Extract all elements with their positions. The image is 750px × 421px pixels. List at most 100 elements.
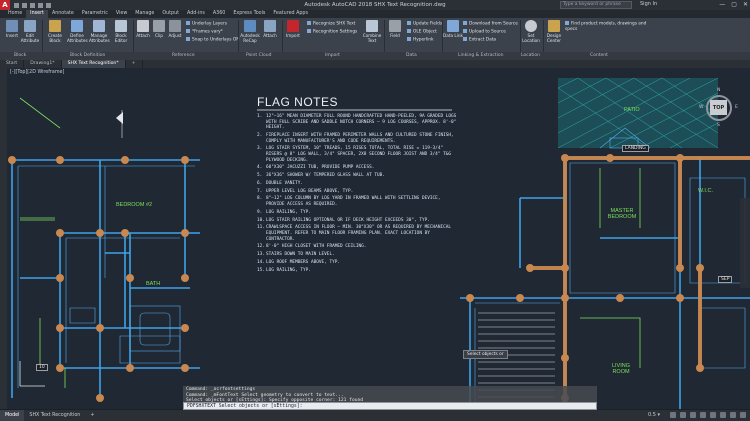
add-layout-button[interactable]: + [85,410,99,421]
edit-attribute-button[interactable]: Edit Attribute [20,20,40,43]
close-button[interactable]: ✕ [743,1,748,8]
tab-insert[interactable]: Insert [26,10,48,18]
create-block-button[interactable]: Create Block [45,20,65,43]
tab-featured-apps[interactable]: Featured Apps [269,10,312,18]
panel-label-reference[interactable]: Reference [172,53,195,58]
download-from-source-button[interactable]: Download from Source [463,21,518,27]
tab-output[interactable]: Output [158,10,183,18]
viewcube-north[interactable]: N [717,88,720,93]
tab-add-ins[interactable]: Add-ins [183,10,209,18]
viewcube-top-face[interactable]: TOP [710,100,727,115]
field-button[interactable]: Field [385,20,405,38]
sep-tag: SEP [718,276,733,283]
ribbon-tabs: Home Insert Annotate Parametric View Man… [0,10,750,18]
panel-label-linking[interactable]: Linking & Extraction [458,53,504,58]
command-history: Command: _ocrfontsettings Command: _mFon… [183,386,597,403]
combine-text-button[interactable]: Combine Text [362,20,382,43]
status-toggles [670,412,746,418]
save-icon[interactable] [30,2,35,8]
tab-express-tools[interactable]: Express Tools [229,10,269,18]
location-pin-icon [525,20,537,32]
file-tabs: Start Drawing1* SHX Text Recognition* + [0,60,750,68]
extract-data-button[interactable]: Extract Data [463,37,496,43]
workspace-gear-icon[interactable] [730,412,736,418]
design-center-button[interactable]: Design Center [544,20,564,43]
command-input[interactable]: PDFSHXTEXT Select objects or [sEttings]: [183,402,597,410]
autodesk-recap-button[interactable]: Autodesk ReCap [240,20,260,43]
adjust-button[interactable]: Adjust [165,20,185,38]
file-tab-shx[interactable]: SHX Text Recognition* [61,60,126,68]
recap-icon [244,20,256,32]
customize-menu-icon[interactable] [740,412,746,418]
panel-label-import[interactable]: Import [325,53,340,58]
viewcube-east[interactable]: E [735,105,738,110]
tab-a360[interactable]: A360 [209,10,229,18]
redo-icon[interactable] [46,2,51,8]
flag-notes-title: FLAG NOTES [257,95,339,109]
set-location-button[interactable]: Set Location [521,20,541,43]
osnap-icon[interactable] [710,412,716,418]
panel-label-block-definition[interactable]: Block Definition [70,53,105,58]
manage-attributes-button[interactable]: Manage Attributes [89,20,110,43]
tab-home[interactable]: Home [4,10,26,18]
snap-underlays-dropdown[interactable]: Snap to Underlays ON [186,37,239,43]
ortho-icon[interactable] [690,412,696,418]
flag-note: 1. 12"–16" MEAN DIAMETER FULL ROUND HANDC… [257,114,457,131]
ole-object-button[interactable]: OLE Object [407,29,437,35]
new-tab-button[interactable]: + [126,60,143,68]
app-logo[interactable]: A [0,0,10,10]
tab-parametric[interactable]: Parametric [78,10,112,18]
room-label-bedroom: BEDROOM #2 [116,202,153,208]
file-tab-start[interactable]: Start [0,60,25,68]
panel-label-location[interactable]: Location [521,53,540,58]
upload-to-source-button[interactable]: Upload to Source [463,29,506,35]
tab-view[interactable]: View [112,10,131,18]
annotation-scale[interactable]: 0.5 ▾ [648,411,660,420]
pointcloud-attach-button[interactable]: Attach [260,20,280,38]
minimize-button[interactable]: — [719,1,725,8]
recognize-shx-text-button[interactable]: Recognize SHX Text [307,21,355,27]
viewcube-west[interactable]: W [699,105,703,110]
recognition-settings-button[interactable]: Recognition Settings [307,29,357,35]
maximize-button[interactable]: ▢ [731,1,737,8]
import-button[interactable]: Import [283,20,303,38]
room-label-wic: W.I.C. [698,188,713,194]
panel-label-data[interactable]: Data [406,53,417,58]
sign-in-button[interactable]: Sign In [640,1,657,7]
design-center-icon [548,20,560,32]
panel-label-block[interactable]: Block [14,53,26,58]
flag-note: 4. 60"X30" JACUZZI TUB, PROVIDE PUMP ACCE… [257,165,375,171]
note-flag-tag: 10 [36,364,48,371]
room-label-living-room: LIVING ROOM [611,363,631,375]
viewport-controls[interactable]: [-][Top][2D Wireframe] [10,70,64,75]
layout-tab-model[interactable]: Model [0,410,25,421]
open-icon[interactable] [22,2,27,8]
hyperlink-button[interactable]: Hyperlink [407,37,434,43]
panel-label-point-cloud[interactable]: Point Cloud [246,53,271,58]
flag-note: 15. LOG RAILING, TYP. [257,267,311,273]
quick-access-toolbar [14,2,51,8]
define-attributes-button[interactable]: Define Attributes [67,20,88,43]
flag-note: 3. LOG STAIR SYSTEM, 10" TREADS, 15 RISES… [257,146,452,163]
layout-tab-shx[interactable]: SHX Text Recognition [24,410,85,421]
update-fields-button[interactable]: Update Fields [407,21,442,27]
grid-icon[interactable] [670,412,676,418]
undo-icon[interactable] [38,2,43,8]
data-link-button[interactable]: Data Link [443,20,463,38]
tab-manage[interactable]: Manage [131,10,158,18]
panel-label-content[interactable]: Content [590,53,608,58]
lineweight-icon[interactable] [720,412,726,418]
block-editor-button[interactable]: Block Editor [111,20,131,43]
content-search-field[interactable]: Find product models, drawings and specs [565,21,649,32]
flag-note: 11. CRAWLSPACE ACCESS IN FLOOR – MIN. 30"… [257,225,452,242]
file-tab-drawing1[interactable]: Drawing1* [24,60,62,68]
snap-icon[interactable] [680,412,686,418]
frames-vary-dropdown[interactable]: *Frames vary* [186,29,223,35]
polar-icon[interactable] [700,412,706,418]
insert-block-button[interactable]: Insert [2,20,22,38]
underlay-layers-button[interactable]: Underlay Layers [186,21,227,27]
viewcube-south[interactable]: S [717,123,720,128]
search-input[interactable]: Type a keyword or phrase [560,1,632,9]
tab-annotate[interactable]: Annotate [48,10,78,18]
new-icon[interactable] [14,2,19,8]
